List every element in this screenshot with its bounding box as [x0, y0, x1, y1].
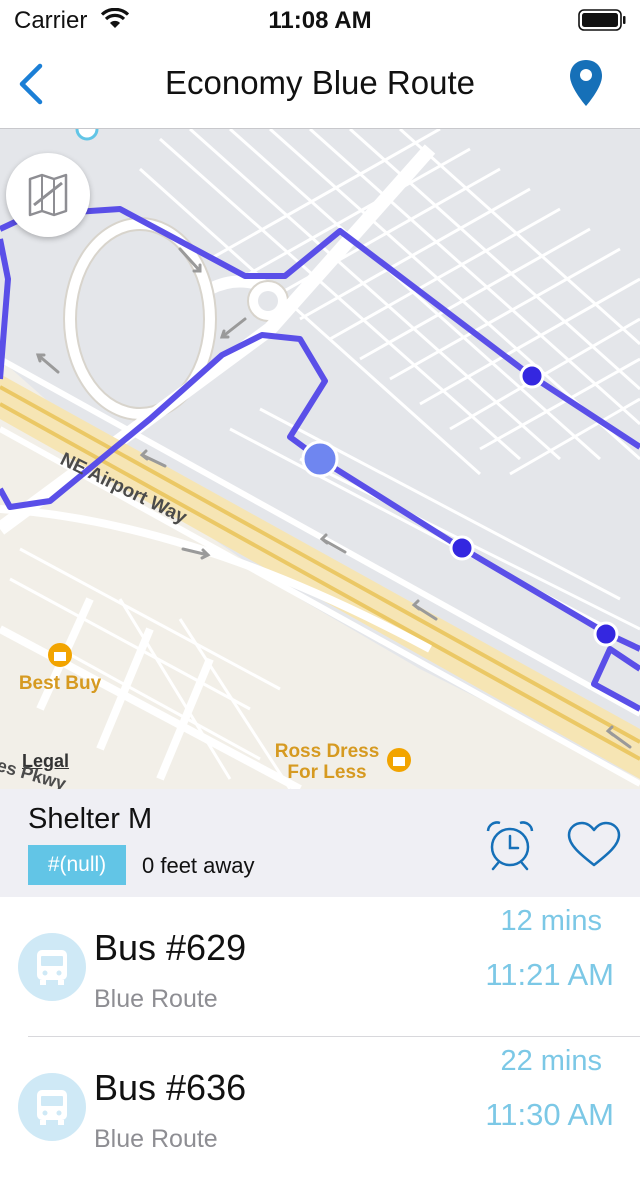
- location-button[interactable]: [568, 58, 604, 110]
- route-stop[interactable]: [593, 621, 619, 647]
- map-icon: [28, 173, 68, 217]
- bus-list-item[interactable]: Bus #636 Blue Route 22 mins 11:30 AM: [0, 1037, 640, 1177]
- poi-label-best-buy: Best Buy: [18, 673, 102, 694]
- route-map[interactable]: NE Airport Way Best Buy Ross Dress For L…: [0, 129, 640, 789]
- bus-icon: [37, 950, 67, 985]
- bus-icon: [37, 1090, 67, 1125]
- status-bar: Carrier 11:08 AM: [0, 0, 640, 40]
- bus-arrival-time: 11:30 AM: [485, 1097, 614, 1132]
- bus-eta: 12 mins: [500, 905, 602, 937]
- bus-route: Blue Route: [94, 1125, 218, 1153]
- stop-info-panel: Shelter M #(null) 0 feet away: [0, 789, 640, 897]
- stop-badge: #(null): [28, 845, 126, 885]
- bus-avatar: [18, 933, 86, 1001]
- poi-label-ross: Ross Dress For Less: [274, 741, 380, 783]
- bus-name: Bus #636: [94, 1067, 247, 1108]
- stop-name: Shelter M: [28, 803, 153, 835]
- route-stop[interactable]: [449, 535, 475, 561]
- map-pin-icon: [570, 60, 602, 106]
- alarm-button[interactable]: [484, 819, 536, 871]
- alarm-clock-icon: [486, 821, 534, 871]
- navigation-bar: Economy Blue Route: [0, 40, 640, 129]
- route-stop[interactable]: [519, 363, 545, 389]
- bus-eta: 22 mins: [500, 1045, 602, 1077]
- stop-distance: 0 feet away: [142, 853, 255, 878]
- shopping-bag-icon: [48, 643, 72, 667]
- current-stop-marker[interactable]: [301, 440, 339, 478]
- bus-list-item[interactable]: Bus #629 Blue Route 12 mins 11:21 AM: [0, 897, 640, 1037]
- page-title: Economy Blue Route: [164, 64, 475, 101]
- bus-route: Blue Route: [94, 985, 218, 1013]
- battery-icon: [578, 9, 626, 31]
- bus-avatar: [18, 1073, 86, 1141]
- status-time: 11:08 AM: [268, 7, 372, 34]
- bus-arrival-time: 11:21 AM: [485, 957, 614, 992]
- favorite-button[interactable]: [566, 821, 622, 869]
- heart-icon: [567, 821, 621, 867]
- map-type-button[interactable]: [6, 153, 90, 237]
- bus-name: Bus #629: [94, 927, 247, 968]
